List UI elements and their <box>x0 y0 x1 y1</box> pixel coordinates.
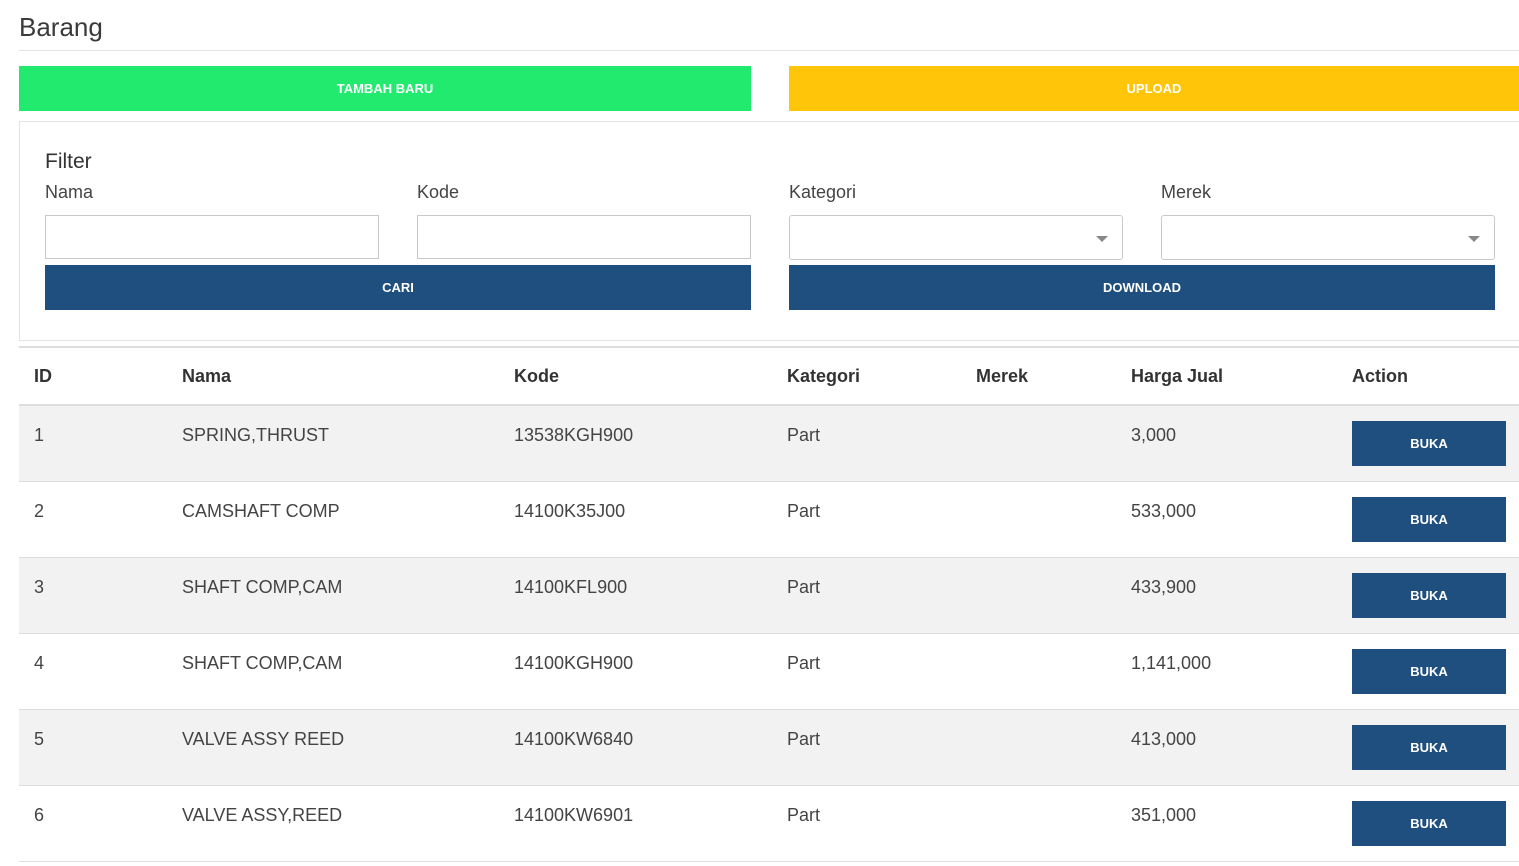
kode-label: Kode <box>417 182 460 202</box>
nama-input[interactable] <box>45 215 379 259</box>
cell-merek <box>961 633 1116 710</box>
cell-id: 1 <box>19 405 167 482</box>
cell-kategori: Part <box>772 481 961 558</box>
cell-action: BUKA <box>1337 785 1519 862</box>
cell-nama: VALVE ASSY REED <box>167 709 499 786</box>
add-new-button[interactable]: TAMBAH BARU <box>19 66 751 111</box>
open-button[interactable]: BUKA <box>1352 572 1506 618</box>
open-button[interactable]: BUKA <box>1352 496 1506 542</box>
cell-harga-jual: 3,000 <box>1116 405 1337 482</box>
column-header-action: Action <box>1337 348 1519 406</box>
cell-action: BUKA <box>1337 633 1519 710</box>
cell-kode: 14100KFL900 <box>499 557 772 634</box>
cell-kategori: Part <box>772 785 961 862</box>
cell-kode: 14100K35J00 <box>499 481 772 558</box>
merek-select[interactable] <box>1161 215 1495 260</box>
column-header-kode: Kode <box>499 348 772 406</box>
cell-harga-jual: 533,000 <box>1116 481 1337 558</box>
open-button[interactable]: BUKA <box>1352 420 1506 466</box>
cell-merek <box>961 481 1116 558</box>
cell-action: BUKA <box>1337 709 1519 786</box>
cell-nama: VALVE ASSY,REED <box>167 785 499 862</box>
page-title: Barang <box>19 12 103 42</box>
title-divider <box>19 50 1519 51</box>
table-row: 1 SPRING,THRUST 13538KGH900 Part 3,000 B… <box>19 405 1519 482</box>
table-header-row: ID Nama Kode Kategori Merek Harga Jual A… <box>19 348 1519 406</box>
cell-kategori: Part <box>772 405 961 482</box>
cell-nama: SHAFT COMP,CAM <box>167 633 499 710</box>
filter-title: Filter <box>45 150 92 173</box>
cell-id: 4 <box>19 633 167 710</box>
column-header-merek: Merek <box>961 348 1116 406</box>
cell-nama: SPRING,THRUST <box>167 405 499 482</box>
cell-harga-jual: 1,141,000 <box>1116 633 1337 710</box>
column-header-nama: Nama <box>167 348 499 406</box>
cell-kategori: Part <box>772 633 961 710</box>
column-header-harga-jual: Harga Jual <box>1116 348 1337 406</box>
merek-label: Merek <box>1161 182 1212 202</box>
cell-action: BUKA <box>1337 481 1519 558</box>
cell-kode: 14100KW6840 <box>499 709 772 786</box>
nama-label: Nama <box>45 182 94 202</box>
open-button[interactable]: BUKA <box>1352 800 1506 846</box>
kategori-label: Kategori <box>789 182 857 202</box>
open-button[interactable]: BUKA <box>1352 648 1506 694</box>
cell-merek <box>961 709 1116 786</box>
table-row: 4 SHAFT COMP,CAM 14100KGH900 Part 1,141,… <box>19 633 1519 710</box>
cell-nama: SHAFT COMP,CAM <box>167 557 499 634</box>
table-row: 3 SHAFT COMP,CAM 14100KFL900 Part 433,90… <box>19 557 1519 634</box>
download-button[interactable]: DOWNLOAD <box>789 265 1495 310</box>
table-row: 2 CAMSHAFT COMP 14100K35J00 Part 533,000… <box>19 481 1519 558</box>
cell-harga-jual: 351,000 <box>1116 785 1337 862</box>
kode-input[interactable] <box>417 215 751 259</box>
column-header-kategori: Kategori <box>772 348 961 406</box>
column-header-id: ID <box>19 348 167 406</box>
items-table: ID Nama Kode Kategori Merek Harga Jual A… <box>19 348 1519 862</box>
table-row: 5 VALVE ASSY REED 14100KW6840 Part 413,0… <box>19 709 1519 786</box>
chevron-down-icon <box>1096 236 1108 242</box>
cell-action: BUKA <box>1337 557 1519 634</box>
open-button[interactable]: BUKA <box>1352 724 1506 770</box>
chevron-down-icon <box>1468 236 1480 242</box>
cell-merek <box>961 785 1116 862</box>
cell-kode: 14100KW6901 <box>499 785 772 862</box>
cell-id: 5 <box>19 709 167 786</box>
cell-kode: 13538KGH900 <box>499 405 772 482</box>
cell-id: 3 <box>19 557 167 634</box>
cell-id: 2 <box>19 481 167 558</box>
table-row: 6 VALVE ASSY,REED 14100KW6901 Part 351,0… <box>19 785 1519 862</box>
cell-harga-jual: 433,900 <box>1116 557 1337 634</box>
cell-id: 6 <box>19 785 167 862</box>
upload-button[interactable]: UPLOAD <box>789 66 1519 111</box>
cell-harga-jual: 413,000 <box>1116 709 1337 786</box>
cell-merek <box>961 557 1116 634</box>
cell-kategori: Part <box>772 709 961 786</box>
kategori-select[interactable] <box>789 215 1123 260</box>
cell-merek <box>961 405 1116 482</box>
cell-nama: CAMSHAFT COMP <box>167 481 499 558</box>
cell-kategori: Part <box>772 557 961 634</box>
cell-kode: 14100KGH900 <box>499 633 772 710</box>
search-button[interactable]: CARI <box>45 265 751 310</box>
cell-action: BUKA <box>1337 405 1519 482</box>
